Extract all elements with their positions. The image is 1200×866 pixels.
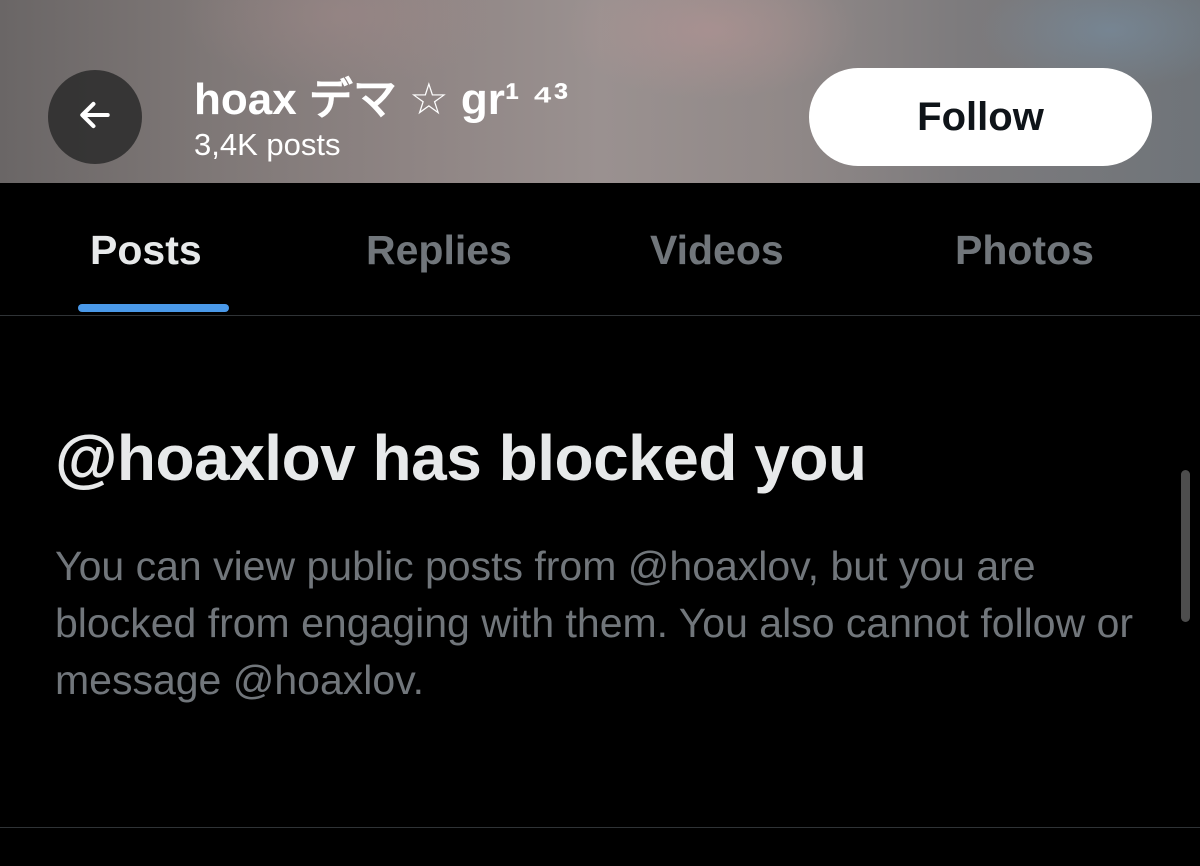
tab-videos[interactable]: Videos [650, 225, 784, 275]
tab-replies[interactable]: Replies [366, 225, 512, 275]
active-tab-indicator [78, 304, 229, 312]
profile-name: hoax デマ ☆ gr¹ ⁴³ [194, 75, 569, 124]
banner-blur [560, 0, 860, 100]
divider [0, 827, 1200, 828]
arrow-left-icon [76, 96, 114, 139]
scrollbar[interactable] [1181, 470, 1190, 622]
blocked-description: You can view public posts from @hoaxlov,… [55, 543, 1134, 703]
blocked-title: @hoaxlov has blocked you [55, 422, 867, 494]
profile-header-banner: hoax デマ ☆ gr¹ ⁴³ 3,4K posts Follow [0, 0, 1200, 183]
tab-photos[interactable]: Photos [955, 225, 1094, 275]
tab-posts[interactable]: Posts [90, 225, 202, 275]
back-button[interactable] [48, 70, 142, 164]
follow-button[interactable]: Follow [809, 68, 1152, 166]
profile-tabs: Posts Replies Videos Photos [0, 183, 1200, 316]
post-count: 3,4K posts [194, 127, 341, 162]
